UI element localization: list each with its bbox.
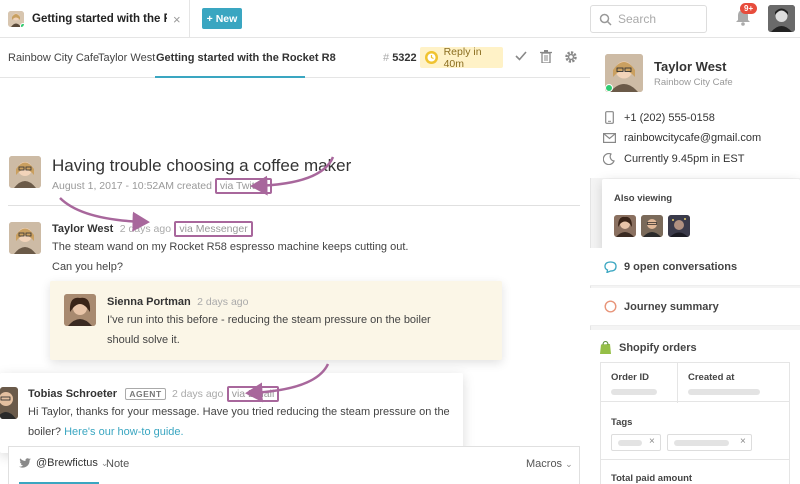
how-to-guide-link[interactable]: Here's our how-to guide. (64, 426, 184, 438)
breadcrumb: Rainbow City Cafe Taylor West Getting st… (0, 38, 590, 78)
journey-circle-icon (604, 300, 617, 313)
viewer-avatar[interactable] (641, 215, 663, 237)
divider (8, 205, 580, 206)
note-avatar (64, 294, 96, 326)
twitter-icon (19, 458, 31, 468)
message-time: 2 days ago (119, 223, 172, 235)
note-time: 2 days ago (197, 296, 249, 308)
chat-bubble-icon (604, 260, 617, 273)
internal-note: Sienna Portman 2 days ago I've run into … (50, 281, 502, 360)
tab-title: Getting started with the Rocket R8 (32, 13, 167, 25)
message-avatar (9, 222, 41, 254)
search-placeholder: Search (618, 12, 657, 26)
message-header: Taylor West 2 days ago via Messenger (52, 221, 253, 237)
tag-remove-icon[interactable]: × (649, 436, 655, 447)
breadcrumb-contact[interactable]: Taylor West (98, 52, 155, 64)
open-conversations[interactable]: 9 open conversations (590, 248, 800, 286)
reply-composer: @Brewfictus ⌄ Note Macros ⌄ (8, 446, 580, 484)
tag-chip[interactable]: × (611, 434, 661, 451)
agent-header: Tobias Schroeter AGENT 2 days ago via Em… (28, 386, 280, 402)
agent-badge: AGENT (125, 388, 166, 400)
tag-chip[interactable]: × (667, 434, 752, 451)
tab-avatar (8, 11, 24, 27)
active-tab-indicator (155, 76, 305, 78)
agent-body: Hi Taylor, thanks for your message. Have… (28, 406, 450, 438)
new-button[interactable]: + New (202, 8, 242, 29)
shopify-header[interactable]: Shopify orders (600, 341, 697, 354)
user-avatar[interactable] (768, 5, 795, 32)
contact-name: Taylor West (654, 59, 727, 74)
journey-summary[interactable]: Journey summary (590, 288, 800, 326)
clock-icon (425, 51, 438, 64)
reply-due-label: Reply in 40m (443, 45, 482, 70)
agent-time: 2 days ago (171, 388, 224, 400)
account-selector[interactable]: @Brewfictus ⌄ (19, 457, 108, 469)
agent-avatar (0, 387, 18, 419)
channel-messenger: via Messenger (174, 221, 253, 237)
note-header: Sienna Portman 2 days ago (107, 294, 248, 308)
also-viewing-popover: Also viewing (602, 179, 800, 254)
customer-avatar (9, 156, 41, 188)
phone-icon (604, 111, 614, 124)
contact-company[interactable]: Rainbow City Cafe (654, 77, 733, 88)
note-tab[interactable]: Note (106, 458, 129, 470)
order-id-placeholder (611, 389, 657, 395)
message-author: Taylor West (52, 223, 114, 235)
trash-icon[interactable] (540, 50, 552, 63)
breadcrumb-company[interactable]: Rainbow City Cafe (8, 52, 99, 64)
also-viewing-title: Also viewing (614, 193, 673, 204)
ticket-number: # 5322 (383, 52, 417, 64)
created-at-label: Created at (688, 372, 735, 383)
online-status-dot (605, 84, 613, 92)
contact-phone: +1 (202) 555-0158 (602, 111, 715, 124)
macros-dropdown[interactable]: Macros ⌄ (526, 458, 573, 470)
mail-icon (602, 133, 616, 143)
contact-local-time: Currently 9.45pm in EST (602, 153, 744, 165)
message-body: The steam wand on my Rocket R58 espresso… (52, 241, 409, 273)
viewer-avatar[interactable] (614, 215, 636, 237)
reply-due-badge[interactable]: Reply in 40m (420, 45, 503, 70)
conversation-subject: Having trouble choosing a coffee maker (52, 156, 352, 175)
shopify-orders-panel: Shopify orders Order ID Created at Tags … (590, 330, 800, 484)
breadcrumb-conversation[interactable]: Getting started with the Rocket R8 (156, 52, 336, 64)
moon-icon (603, 153, 615, 165)
total-paid-label: Total paid amount (611, 473, 693, 484)
tags-label: Tags (611, 417, 633, 428)
tab-close-icon[interactable]: × (173, 12, 181, 27)
order-id-label: Order ID (611, 372, 650, 383)
gear-icon[interactable] (564, 50, 578, 64)
conversation-tab[interactable]: Getting started with the Rocket R8 × (0, 0, 190, 38)
top-bar: Getting started with the Rocket R8 × + N… (0, 0, 800, 38)
contact-email: rainbowcitycafe@gmail.com (602, 132, 761, 144)
note-body: I've run into this before - reducing the… (107, 314, 431, 346)
created-at-placeholder (688, 389, 760, 395)
account-name: @Brewfictus (36, 457, 98, 469)
contact-avatar (605, 54, 643, 92)
tag-remove-icon[interactable]: × (740, 436, 746, 447)
conversation-meta: August 1, 2017 - 10:52AM created via Twi… (52, 178, 272, 194)
agent-author: Tobias Schroeter (28, 388, 118, 400)
shopify-bag-icon (600, 341, 611, 354)
search-input[interactable]: Search (590, 5, 707, 33)
viewer-avatar[interactable] (668, 215, 690, 237)
channel-email: via Email (226, 386, 280, 402)
search-icon (599, 13, 612, 26)
check-icon[interactable] (515, 50, 527, 62)
agent-reply: Tobias Schroeter AGENT 2 days ago via Em… (0, 373, 463, 453)
tags-box (600, 402, 790, 460)
note-author: Sienna Portman (107, 296, 191, 308)
channel-twitter: via Twitter (214, 178, 272, 194)
notification-badge: 9+ (740, 3, 758, 14)
